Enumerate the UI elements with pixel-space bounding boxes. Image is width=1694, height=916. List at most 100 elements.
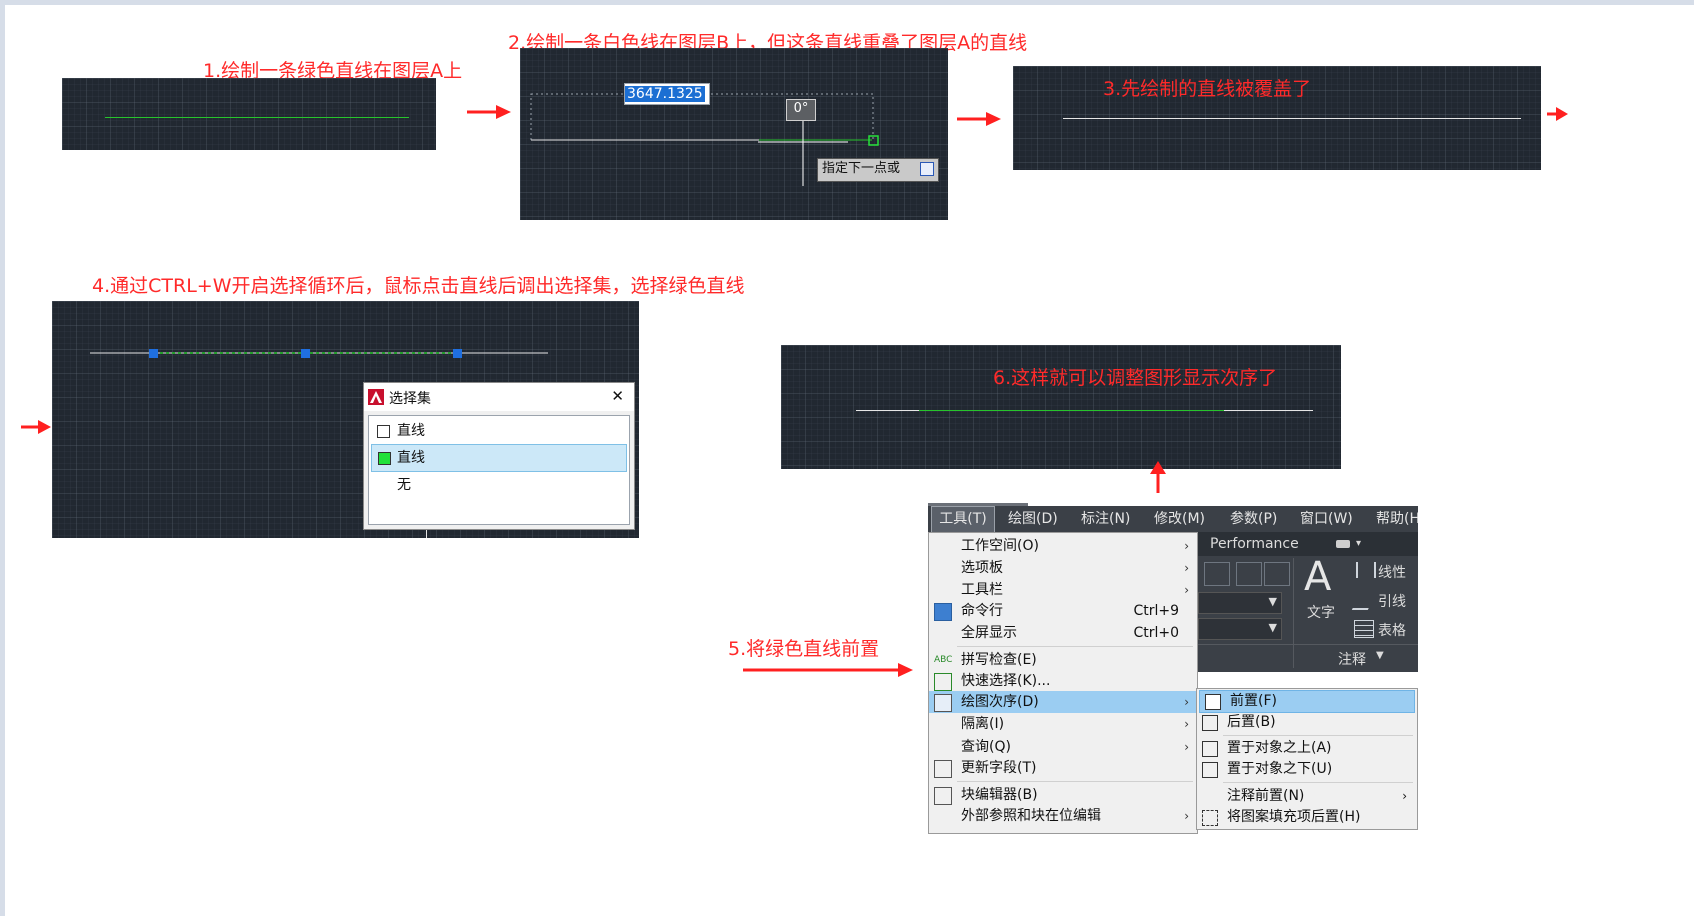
chevron-right-icon: › [1184, 740, 1189, 754]
menu-item[interactable]: 外部参照和块在位编辑 › [929, 805, 1197, 827]
menu-item[interactable]: 查询(Q) › [929, 736, 1197, 758]
ribbon-divider [1293, 558, 1294, 668]
menu-separator [1223, 735, 1413, 736]
ribbon-tool-icon[interactable] [1236, 562, 1262, 586]
grip-handle[interactable] [301, 349, 310, 358]
selection-set-dialog: 选择集 ✕ 直线 直线 无 [363, 382, 635, 530]
text-tool-icon[interactable]: A [1304, 554, 1331, 600]
arrow-right-icon [1547, 107, 1568, 121]
bring-annotations-front-item[interactable]: 注释前置(N) › [1197, 786, 1417, 807]
dialog-title-bar: 选择集 ✕ [364, 383, 634, 411]
cursor-crosshair [426, 529, 427, 538]
selection-item-label: 直线 [397, 450, 425, 466]
linear-dimension-button[interactable]: 线性 [1378, 562, 1406, 582]
menu-item[interactable]: 工具栏 › [929, 579, 1197, 601]
chevron-right-icon: › [1184, 695, 1189, 709]
send-under-item[interactable]: 置于对象之下(U) [1197, 759, 1417, 780]
color-swatch [378, 452, 391, 465]
ribbon-tool-icon[interactable] [1264, 562, 1290, 586]
leader-icon [1351, 592, 1377, 610]
menu-dimension[interactable]: 标注(N) [1081, 506, 1130, 532]
white-line[interactable] [1063, 118, 1521, 119]
send-hatches-back-item[interactable]: 将图案填充项后置(H) [1197, 807, 1417, 828]
dimension-guides [530, 93, 879, 186]
chevron-right-icon: › [1402, 789, 1407, 803]
options-dropdown-icon[interactable] [920, 162, 934, 176]
chevron-down-icon[interactable]: ▼ [1376, 650, 1384, 661]
cad-panel-step-4: 选择集 ✕ 直线 直线 无 [52, 301, 639, 538]
selection-item-label: 直线 [397, 423, 425, 439]
menu-item[interactable]: 块编辑器(B) [929, 784, 1197, 806]
text-tool-label: 文字 [1307, 605, 1335, 621]
arrow-right-icon [957, 112, 1001, 126]
chevron-right-icon: › [1184, 583, 1189, 597]
bring-above-item[interactable]: 置于对象之上(A) [1197, 738, 1417, 759]
menu-draw[interactable]: 绘图(D) [1008, 506, 1058, 532]
menu-item[interactable]: 工作空间(O) › [929, 535, 1197, 557]
green-line[interactable] [105, 117, 409, 118]
selection-item[interactable]: 直线 [371, 418, 627, 444]
chevron-down-icon[interactable]: ▾ [1356, 532, 1361, 556]
command-line-icon [934, 603, 952, 621]
ribbon-panel: Performance ▾ ▼ ▼ A 文字 线性 引线 表格 注释 ▼ [1196, 532, 1418, 672]
menu-window[interactable]: 窗口(W) [1300, 506, 1353, 532]
caption-step-4: 4.通过CTRL+W开启选择循环后，鼠标点击直线后调出选择集，选择绿色直线 [92, 275, 745, 297]
command-prompt-tooltip: 指定下一点或 [817, 158, 939, 182]
send-to-back-item[interactable]: 后置(B) [1197, 712, 1417, 733]
cad-panel-step-6: 6.这样就可以调整图形显示次序了 [781, 345, 1341, 469]
bring-above-icon [1202, 741, 1218, 757]
leader-button[interactable]: 引线 [1378, 591, 1406, 611]
window-frame-left [0, 0, 5, 916]
bring-to-front-item[interactable]: 前置(F) [1199, 690, 1415, 713]
menu-tools[interactable]: 工具(T) [931, 506, 995, 534]
table-button[interactable]: 表格 [1378, 620, 1406, 640]
bring-to-front-icon [1205, 694, 1221, 710]
close-icon[interactable]: ✕ [611, 387, 624, 405]
length-input[interactable]: 3647.1325 [624, 83, 710, 105]
menu-separator [957, 646, 1193, 647]
menu-item[interactable]: 更新字段(T) [929, 757, 1197, 779]
send-hatches-back-icon [1202, 810, 1218, 826]
spell-check-icon: ABC [934, 655, 953, 665]
arrow-right-icon [743, 663, 913, 677]
quick-select-icon [934, 673, 952, 691]
selection-item[interactable]: 无 [371, 472, 627, 498]
menu-parametric[interactable]: 参数(P) [1230, 506, 1277, 532]
arrow-right-icon [21, 420, 51, 434]
menu-item[interactable]: ABC 拼写检查(E) [929, 649, 1197, 671]
ribbon-footer-divider [1196, 644, 1418, 645]
table-icon [1354, 620, 1374, 638]
menu-modify[interactable]: 修改(M) [1154, 506, 1205, 532]
green-line[interactable] [919, 410, 1224, 411]
menu-bar: 工具(T) 绘图(D) 标注(N) 修改(M) 参数(P) 窗口(W) 帮助(H [928, 506, 1418, 534]
dialog-title: 选择集 [389, 391, 431, 407]
menu-item[interactable]: 隔离(I) › [929, 713, 1197, 735]
send-to-back-icon [1202, 715, 1218, 731]
ribbon-dropdown[interactable]: ▼ [1198, 618, 1282, 640]
ribbon-tool-icon[interactable] [1204, 562, 1230, 586]
menu-item[interactable]: 快速选择(K)... [929, 670, 1197, 692]
workspace-name: Performance [1210, 536, 1299, 552]
selection-item-selected[interactable]: 直线 [371, 444, 627, 472]
menu-separator [1223, 782, 1413, 783]
caption-step-3: 3.先绘制的直线被覆盖了 [1103, 78, 1312, 100]
angle-input[interactable]: 0° [786, 99, 816, 121]
ribbon-dropdown[interactable]: ▼ [1198, 592, 1282, 614]
caption-step-5: 5.将绿色直线前置 [728, 638, 880, 660]
menu-item[interactable]: 命令行 Ctrl+9 [929, 600, 1197, 622]
draw-order-icon [934, 694, 952, 712]
chevron-right-icon: › [1184, 809, 1189, 823]
annotation-panel-label[interactable]: 注释 [1338, 649, 1366, 669]
draw-order-submenu: 前置(F) 后置(B) 置于对象之上(A) 置于对象之下(U) 注释前置(N) ›… [1196, 688, 1418, 830]
menu-item[interactable]: 全屏显示 Ctrl+0 [929, 622, 1197, 644]
menu-help[interactable]: 帮助(H [1376, 506, 1418, 532]
grip-handle[interactable] [453, 349, 462, 358]
menu-item[interactable]: 选项板 › [929, 557, 1197, 579]
grip-handle[interactable] [149, 349, 158, 358]
selection-list: 直线 直线 无 [368, 415, 630, 525]
arrow-up-icon [1150, 461, 1166, 493]
prompt-text: 指定下一点或 [822, 161, 901, 176]
update-fields-icon [934, 760, 952, 778]
workspace-toggle-icon[interactable] [1336, 540, 1350, 548]
menu-item-draw-order[interactable]: 绘图次序(D) › [929, 691, 1197, 713]
